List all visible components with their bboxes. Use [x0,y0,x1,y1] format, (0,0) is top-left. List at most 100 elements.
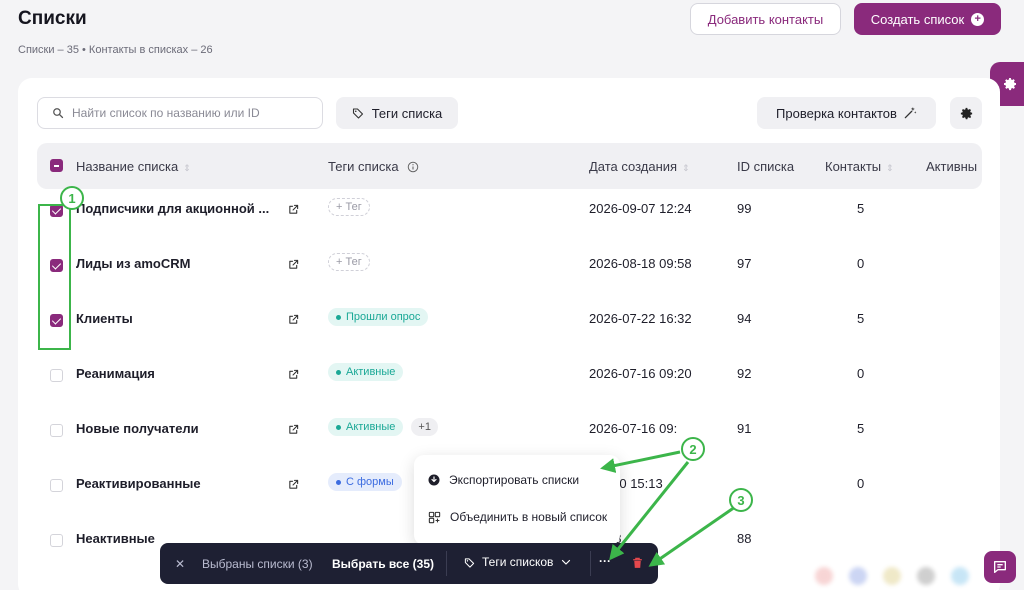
external-link-icon[interactable] [288,312,299,330]
trash-icon [633,557,642,568]
chat-icon [994,561,1006,573]
annotation-badge-3: 3 [729,488,753,512]
check-contacts-label: Проверка контактов [776,105,897,121]
cell-created: 2026-08-18 09:58 [589,256,692,271]
blurred-icon [883,567,901,585]
tag-icon [464,557,475,568]
table-row[interactable]: Подписчики для акционной ... + Тег 2026-09… [37,189,982,244]
cell-contacts: 0 [857,476,865,491]
table-row[interactable]: Клиенты Прошли опрос 2026-07-22 16:32 94 5 [37,299,982,354]
external-link-icon[interactable] [288,477,299,495]
column-header-created[interactable]: Дата создания ⇕ [589,159,690,174]
gear-icon [960,107,972,119]
blurred-icon [917,567,935,585]
column-name-label: Название списка [76,159,179,174]
table-row[interactable]: Лиды из amoCRM + Тег 2026-08-18 09:58 97 0 [37,244,982,299]
more-actions-button[interactable]: ··· [599,554,611,568]
page-subtitle: Списки – 35 • Контакты в списках – 26 [18,44,213,56]
bulk-action-bar: ✕ Выбраны списки (3) Выбрать все (35) Те… [160,543,658,584]
list-name[interactable]: Реактивированные [76,476,276,491]
cell-id: 97 [737,256,752,271]
cell-created: 2026-07-22 16:32 [589,311,692,326]
search-icon [53,108,64,119]
check-contacts-button[interactable]: Проверка контактов [757,97,936,129]
menu-item-merge[interactable]: Объединить в новый список [428,510,607,524]
chevron-down-icon [562,559,571,565]
delete-button[interactable] [631,556,644,573]
table-settings-button[interactable] [950,97,982,129]
tag-chip[interactable]: Активные [328,418,404,436]
cell-contacts: 0 [857,366,865,381]
search-input[interactable] [72,106,312,120]
tags-cell: Прошли опрос [328,308,429,326]
gear-icon [1004,78,1016,91]
bulk-tags-label: Теги списков [482,555,554,569]
row-checkbox[interactable] [50,369,63,382]
column-header-name[interactable]: Название списка ⇕ [76,159,191,174]
add-tag-button[interactable]: + Тег [328,198,370,216]
column-header-tags: Теги списка [328,159,419,174]
add-tag-button[interactable]: + Тег [328,253,370,271]
sort-icon: ⇕ [183,163,191,173]
blurred-icon [849,567,867,585]
tags-filter-button[interactable]: Теги списка [336,97,458,129]
column-active-label: Активны [926,159,978,174]
divider [446,551,447,576]
column-header-active[interactable]: Активны [926,159,977,174]
divider [590,551,591,576]
close-icon[interactable]: ✕ [175,557,185,571]
cell-id: 94 [737,311,752,326]
table-header: Название списка ⇕ Теги списка Дата создан… [37,143,982,189]
tag-chip[interactable]: Прошли опрос [328,308,429,326]
tag-chip[interactable]: С формы [328,473,402,491]
external-link-icon[interactable] [288,422,299,440]
chat-button[interactable] [984,551,1016,583]
row-checkbox[interactable] [50,424,63,437]
cell-id: 91 [737,421,752,436]
tag-label: Активные [346,421,396,433]
select-all-button[interactable]: Выбрать все (35) [332,557,434,571]
tag-label: Активные [346,366,396,378]
list-name[interactable]: Новые получатели [76,421,276,436]
row-checkbox[interactable] [50,479,63,492]
cell-contacts: 5 [857,421,865,436]
column-header-id[interactable]: ID списка [737,159,794,174]
column-tags-label: Теги списка [328,159,399,174]
list-name[interactable]: Клиенты [76,311,276,326]
tag-dot [336,424,341,430]
list-name[interactable]: Подписчики для акционной ... [76,201,276,216]
search-box[interactable] [37,97,323,129]
external-link-icon[interactable] [288,367,299,385]
row-checkbox[interactable] [50,534,63,547]
tag-chip[interactable]: Активные [328,363,404,381]
select-all-checkbox[interactable] [50,159,63,172]
plus-circle-icon: + [971,12,985,26]
cell-created: 2026-07-16 09: [589,421,678,436]
list-name[interactable]: Лиды из amoCRM [76,256,276,271]
external-link-icon[interactable] [288,202,299,220]
cell-contacts: 5 [857,311,865,326]
column-contacts-label: Контакты [825,159,882,174]
tag-label: + Тег [336,201,362,213]
page-title: Списки [18,8,87,29]
column-header-contacts[interactable]: Контакты ⇕ [825,159,894,174]
cell-created: 2026-09-07 12:24 [589,201,692,216]
list-name[interactable]: Реанимация [76,366,276,381]
selected-count: Выбраны списки (3) [202,557,313,571]
tags-cell: Активные +1 [328,418,438,436]
column-created-label: Дата создания [589,159,678,174]
tag-label: +1 [418,421,431,433]
external-link-icon[interactable] [288,257,299,275]
table-row[interactable]: Реанимация Активные 2026-07-16 09:20 92 0 [37,354,982,409]
annotation-highlight-box [38,204,71,350]
create-list-button[interactable]: Создать список + [854,3,1001,35]
add-contacts-button[interactable]: Добавить контакты [690,3,841,35]
cell-id: 99 [737,201,752,216]
info-icon[interactable] [407,161,419,173]
cell-id: 88 [737,531,752,546]
tag-chip[interactable]: +1 [411,418,438,436]
menu-item-export[interactable]: Экспортировать списки [428,473,579,487]
tag-dot [336,314,341,320]
export-icon [428,474,440,486]
bulk-tags-button[interactable]: Теги списков [464,555,572,569]
